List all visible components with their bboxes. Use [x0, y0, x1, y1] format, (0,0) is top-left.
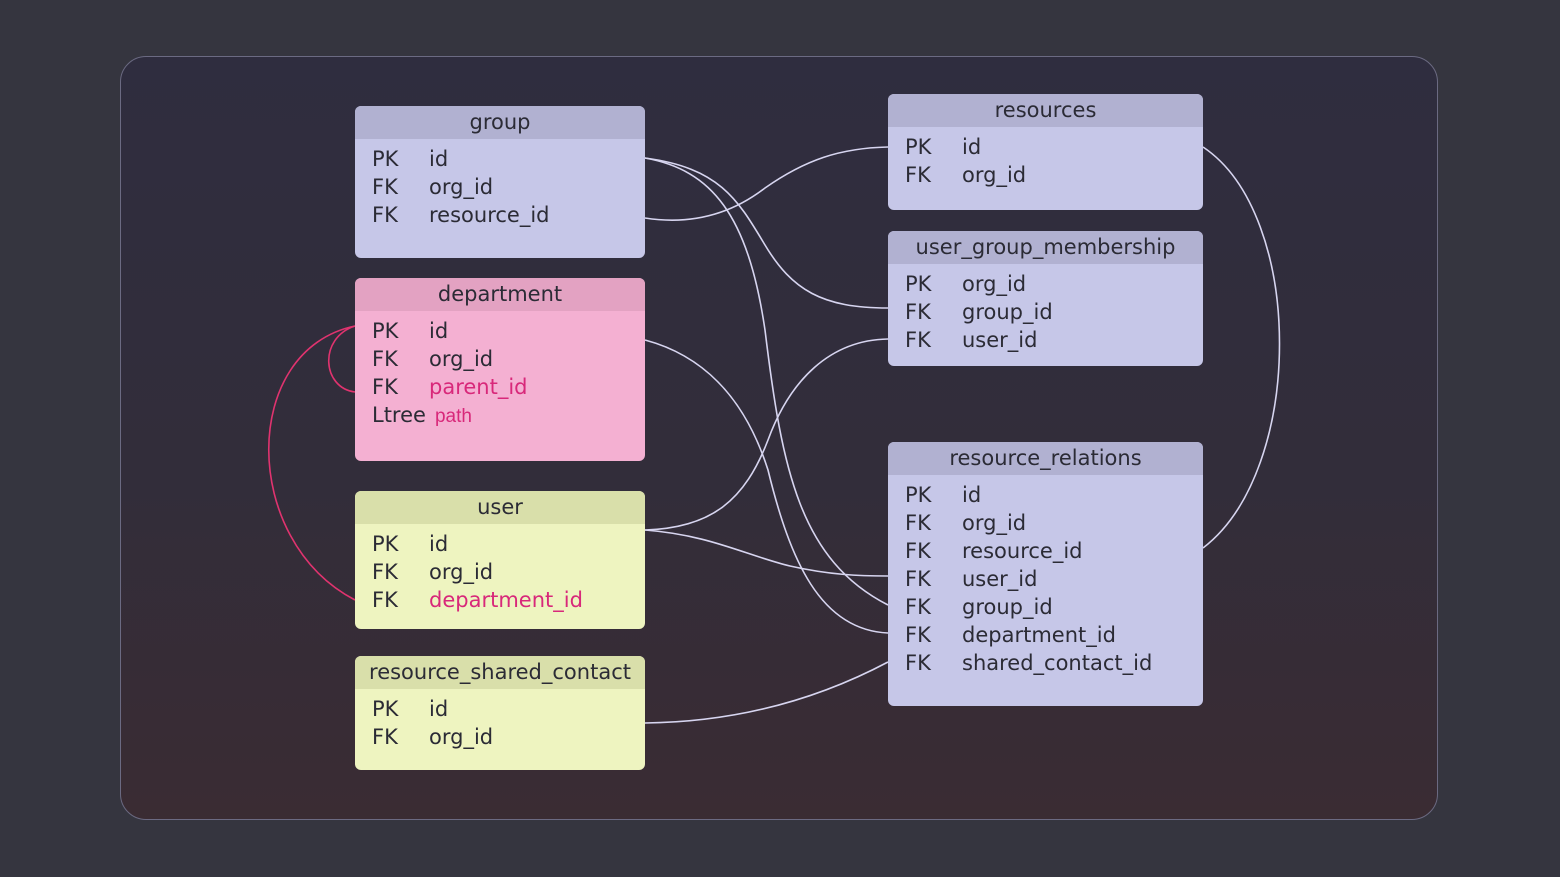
field-name: org_id [962, 511, 1027, 535]
field-key: FK [372, 375, 398, 399]
field-name: parent_id [429, 375, 528, 399]
field-key: FK [372, 347, 398, 371]
field-key: FK [905, 595, 931, 619]
field-row: PK id [905, 481, 1203, 509]
entity-resource-shared-contact[interactable]: resource_shared_contact PK id FK org_id [355, 656, 645, 770]
entity-group[interactable]: group PK id FK org_id FK resource_id [355, 106, 645, 258]
field-key: FK [905, 567, 931, 591]
field-key: PK [372, 532, 399, 556]
field-row: FK org_id [372, 558, 645, 586]
field-row: PK org_id [905, 270, 1203, 298]
field-row: PK id [372, 530, 645, 558]
field-name: group_id [962, 595, 1053, 619]
field-row: FK department_id [372, 586, 645, 614]
field-name: org_id [429, 725, 494, 749]
field-key: FK [372, 175, 398, 199]
diagram-frame [120, 56, 1438, 820]
field-name: id [962, 483, 982, 507]
field-key: PK [905, 272, 932, 296]
entity-title: resource_relations [888, 442, 1203, 475]
field-key: PK [905, 483, 932, 507]
entity-title: user_group_membership [888, 231, 1203, 264]
field-name: user_id [962, 567, 1038, 591]
field-row: FK resource_id [905, 537, 1203, 565]
field-row: FK group_id [905, 593, 1203, 621]
field-row: Ltree path [372, 401, 645, 429]
field-row: FK parent_id [372, 373, 645, 401]
field-name: path [434, 406, 472, 427]
field-name: org_id [962, 272, 1027, 296]
field-row: PK id [372, 695, 645, 723]
entity-title: resource_shared_contact [355, 656, 645, 689]
field-row: FK org_id [372, 173, 645, 201]
field-row: FK shared_contact_id [905, 649, 1203, 677]
field-row: PK id [372, 145, 645, 173]
field-row: FK user_id [905, 565, 1203, 593]
field-key: PK [372, 697, 399, 721]
field-key: PK [372, 147, 399, 171]
entity-resources[interactable]: resources PK id FK org_id [888, 94, 1203, 210]
field-name: id [429, 319, 449, 343]
field-row: FK org_id [372, 723, 645, 751]
entity-title: user [355, 491, 645, 524]
field-row: FK org_id [905, 161, 1203, 189]
field-key: FK [372, 203, 398, 227]
field-name: id [429, 532, 449, 556]
field-name: shared_contact_id [962, 651, 1153, 675]
entity-user-group-membership[interactable]: user_group_membership PK org_id FK group_i… [888, 231, 1203, 366]
field-key: Ltree [372, 403, 426, 427]
field-row: FK resource_id [372, 201, 645, 229]
entity-resource-relations[interactable]: resource_relations PK id FK org_id FK resou… [888, 442, 1203, 706]
field-name: org_id [429, 347, 494, 371]
field-key: FK [905, 163, 931, 187]
field-row: PK id [905, 133, 1203, 161]
field-row: FK group_id [905, 298, 1203, 326]
field-key: FK [905, 300, 931, 324]
field-key: FK [372, 725, 398, 749]
field-name: user_id [962, 328, 1038, 352]
field-name: org_id [962, 163, 1027, 187]
field-key: FK [372, 588, 398, 612]
field-key: FK [905, 328, 931, 352]
field-name: resource_id [962, 539, 1083, 563]
entity-title: group [355, 106, 645, 139]
field-key: PK [372, 319, 399, 343]
entity-user[interactable]: user PK id FK org_id FK department_id [355, 491, 645, 629]
field-key: FK [372, 560, 398, 584]
field-row: FK department_id [905, 621, 1203, 649]
field-row: PK id [372, 317, 645, 345]
field-name: org_id [429, 175, 494, 199]
field-key: FK [905, 623, 931, 647]
field-name: id [429, 147, 449, 171]
field-name: id [962, 135, 982, 159]
entity-department[interactable]: department PK id FK org_id FK parent_id Ltr… [355, 278, 645, 461]
field-name: department_id [962, 623, 1116, 647]
field-name: resource_id [429, 203, 550, 227]
entity-title: department [355, 278, 645, 311]
field-key: PK [905, 135, 932, 159]
entity-title: resources [888, 94, 1203, 127]
field-key: FK [905, 539, 931, 563]
field-row: FK user_id [905, 326, 1203, 354]
field-row: FK org_id [905, 509, 1203, 537]
field-row: FK org_id [372, 345, 645, 373]
field-key: FK [905, 511, 931, 535]
field-key: FK [905, 651, 931, 675]
field-name: group_id [962, 300, 1053, 324]
field-name: id [429, 697, 449, 721]
field-name: org_id [429, 560, 494, 584]
field-name: department_id [429, 588, 583, 612]
